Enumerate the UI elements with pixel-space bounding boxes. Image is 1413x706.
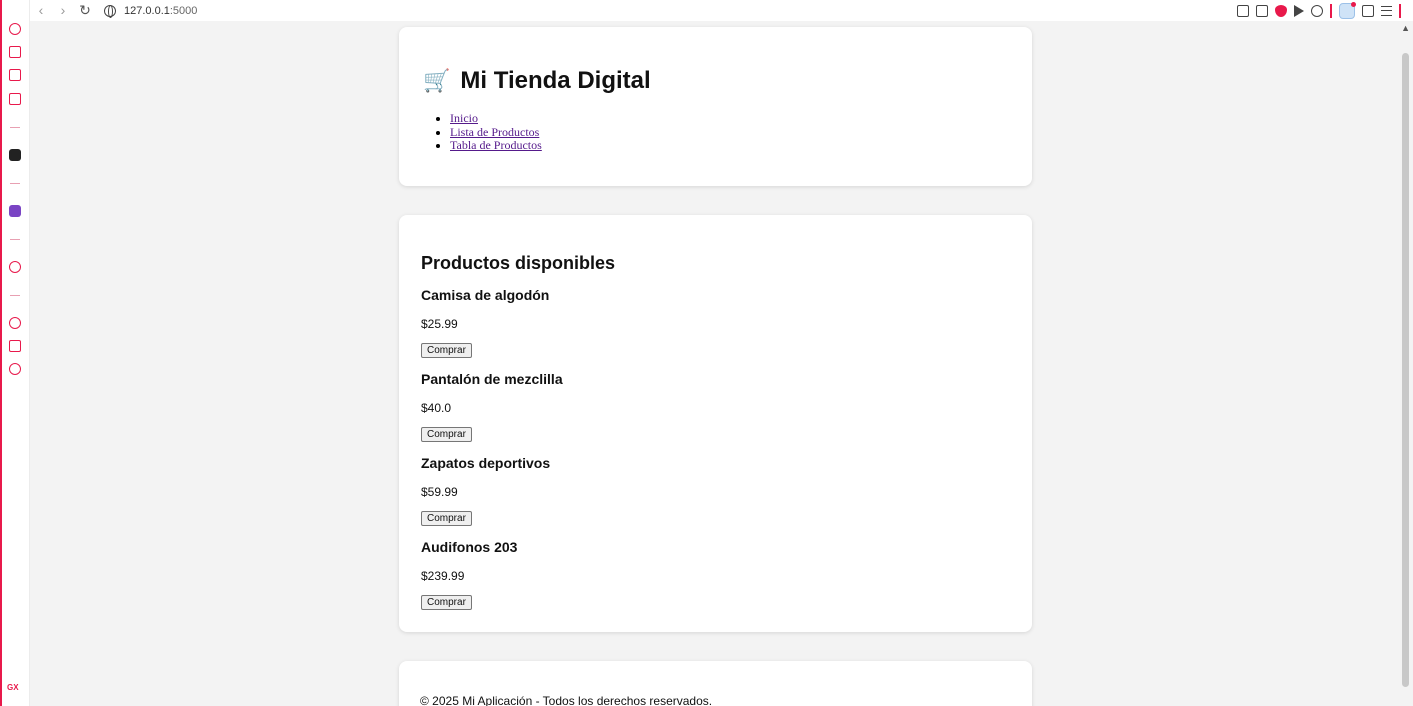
app-icon[interactable] (9, 149, 21, 161)
camera-icon[interactable] (1256, 4, 1268, 17)
main-nav: Inicio Lista de Productos Tabla de Produ… (450, 111, 542, 153)
extension-icon[interactable] (1339, 1, 1356, 19)
nav-item-tabla: Tabla de Productos (450, 138, 542, 153)
product-name: Camisa de algodón (421, 287, 550, 303)
adblock-shield-icon[interactable] (1275, 4, 1287, 17)
speed-dial-icon[interactable] (9, 23, 21, 35)
scroll-thumb[interactable] (1402, 53, 1409, 687)
footer-copyright: © 2025 Mi Aplicación - Todos los derecho… (420, 694, 713, 706)
site-info-icon[interactable] (104, 4, 116, 18)
send-icon[interactable] (1294, 4, 1304, 17)
download-icon[interactable] (1362, 4, 1374, 17)
nav-link-lista-productos[interactable]: Lista de Productos (450, 125, 539, 139)
toolbar-actions (1237, 0, 1401, 21)
product-price: $59.99 (421, 485, 458, 499)
footer-card: © 2025 Mi Aplicación - Todos los derecho… (399, 661, 1032, 706)
buy-button[interactable]: Comprar (421, 343, 472, 358)
url-host: 127.0.0.1 (124, 4, 170, 17)
forward-icon[interactable]: › (52, 0, 74, 21)
scroll-up-icon[interactable]: ▲ (1401, 23, 1410, 33)
product-item: Camisa de algodón $25.99 Comprar (421, 287, 549, 358)
reload-icon[interactable]: ↻ (74, 0, 96, 21)
sidebar-divider (10, 183, 20, 184)
buy-button[interactable]: Comprar (421, 595, 472, 610)
site-title: 🛒 Mi Tienda Digital (423, 67, 651, 95)
products-card: Productos disponibles Camisa de algodón … (399, 215, 1032, 632)
page-scrollbar[interactable]: ▲ (1398, 21, 1413, 706)
product-item: Audifonos 203 $239.99 Comprar (421, 539, 517, 610)
cart-icon: 🛒 (423, 68, 451, 93)
settings-icon[interactable] (9, 363, 21, 375)
product-name: Audifonos 203 (421, 539, 518, 555)
buy-button[interactable]: Comprar (421, 511, 472, 526)
menu-icon[interactable] (1381, 5, 1392, 16)
header-card: 🛒 Mi Tienda Digital Inicio Lista de Prod… (399, 27, 1032, 186)
extensions-icon[interactable] (9, 340, 21, 352)
shopping-icon[interactable] (9, 46, 21, 58)
nav-item-lista: Lista de Productos (450, 125, 542, 140)
product-price: $239.99 (421, 569, 465, 583)
browser-toolbar: ‹ › ↻ 127.0.0.1:5000 (30, 0, 1413, 21)
twitch-gallery-icon[interactable] (9, 69, 21, 81)
history-icon[interactable] (9, 317, 21, 329)
section-title: Productos disponibles (421, 253, 616, 273)
sidebar-divider (10, 295, 20, 296)
toolbar-divider (1330, 3, 1332, 18)
chart-icon[interactable] (1237, 4, 1249, 17)
product-price: $40.0 (421, 401, 452, 415)
url-port: :5000 (169, 4, 198, 17)
nav-link-tabla-productos[interactable]: Tabla de Productos (450, 138, 542, 152)
player-icon[interactable] (9, 261, 21, 273)
nav-item-inicio: Inicio (450, 111, 542, 126)
nav-link-inicio[interactable]: Inicio (450, 111, 478, 125)
address-bar[interactable]: 127.0.0.1:5000 (124, 5, 197, 17)
toolbar-divider (1399, 3, 1401, 18)
product-name: Zapatos deportivos (421, 455, 551, 471)
product-name: Pantalón de mezclilla (421, 371, 563, 387)
browser-sidebar: GX (0, 0, 30, 706)
product-item: Zapatos deportivos $59.99 Comprar (421, 455, 550, 526)
heart-icon[interactable] (1311, 4, 1323, 17)
sidebar-divider (10, 127, 20, 128)
back-icon[interactable]: ‹ (30, 0, 52, 21)
twitch-icon[interactable] (9, 205, 21, 217)
gx-logo[interactable]: GX (7, 683, 19, 692)
messenger-icon[interactable] (9, 93, 21, 105)
sidebar-divider (10, 239, 20, 240)
product-price: $25.99 (421, 317, 458, 331)
buy-button[interactable]: Comprar (421, 427, 472, 442)
site-title-text: Mi Tienda Digital (460, 67, 651, 94)
product-item: Pantalón de mezclilla $40.0 Comprar (421, 371, 563, 442)
